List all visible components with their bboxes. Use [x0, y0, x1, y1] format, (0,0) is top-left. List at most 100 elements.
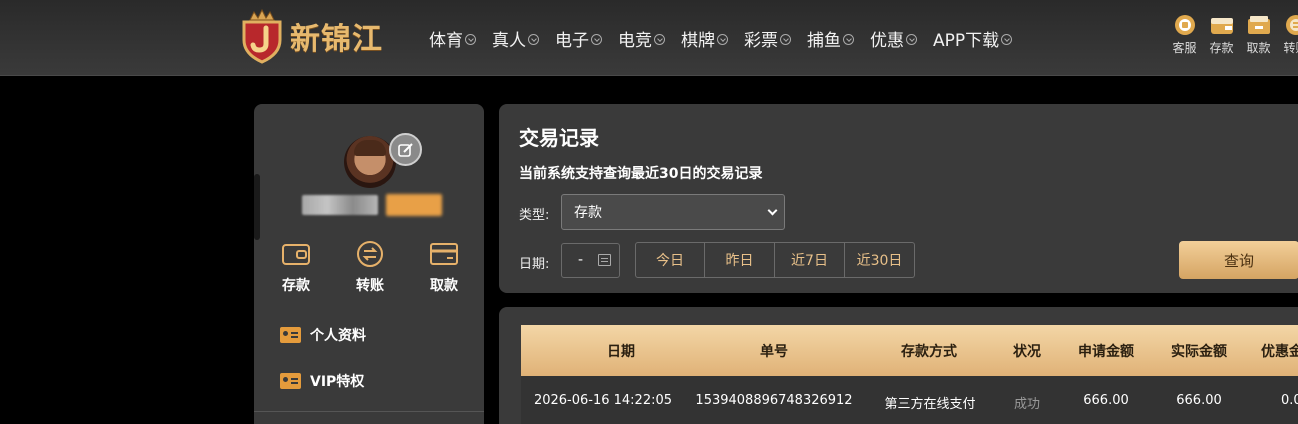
user-sidebar: 存款 转账 取款 个人资料 VIP特权	[254, 104, 484, 424]
table-row[interactable]: 2026-06-16 14:22:05 1539408896748326912 …	[521, 376, 1298, 424]
id-card-icon	[280, 327, 301, 343]
chevron-down-icon	[528, 33, 539, 45]
nav-label: 彩票	[744, 30, 778, 51]
menu-label: VIP特权	[310, 374, 365, 390]
chevron-down-icon	[843, 33, 854, 45]
chevron-down-icon	[465, 33, 476, 45]
username-blurred	[302, 195, 378, 215]
withdraw-button[interactable]: 取款	[418, 240, 470, 295]
cell-actual-amount: 666.00	[1176, 393, 1222, 408]
nav-esports[interactable]: 电竞	[618, 26, 665, 51]
nav-promotions[interactable]: 优惠	[870, 26, 917, 51]
wallet-icon	[282, 244, 310, 265]
deposit-wallet-icon	[1210, 18, 1233, 34]
page-title: 交易记录	[519, 126, 599, 150]
calendar-icon	[598, 254, 611, 266]
quick-actions: 客服 存款 取款 转账	[1166, 14, 1298, 56]
transaction-filter-panel: 交易记录 当前系统支持查询最近30日的交易记录 类型: 存款 日期: - 今日 …	[499, 104, 1298, 293]
edit-icon	[397, 142, 413, 157]
nav-fishing[interactable]: 捕鱼	[807, 26, 854, 51]
cell-method: 第三方在线支付	[884, 397, 976, 412]
brand-logo[interactable]: 新锦江	[238, 6, 383, 66]
quick-withdraw[interactable]: 取款	[1240, 14, 1277, 56]
date-value: -	[578, 252, 584, 268]
chevron-down-icon	[1001, 33, 1013, 45]
op-label: 转账	[356, 278, 384, 294]
cell-bonus-amount: 0.0	[1281, 393, 1298, 408]
nav-slots[interactable]: 电子	[555, 26, 602, 51]
nav-sports[interactable]: 体育	[429, 26, 476, 51]
transfer-button[interactable]: 转账	[344, 240, 396, 295]
cell-order-no: 1539408896748326912	[695, 393, 853, 408]
top-header: 新锦江 体育 真人 电子 电竞 棋牌 彩票 捕鱼 优惠 APP下载 客服 存款 …	[0, 0, 1298, 76]
transaction-table-panel: 日期 单号 存款方式 状况 申请金额 实际金额 优惠金 2026-06-16 1…	[499, 307, 1298, 424]
col-actual-amount: 实际金额	[1171, 343, 1227, 360]
range-7days-button[interactable]: 近7日	[775, 242, 845, 278]
nav-lottery[interactable]: 彩票	[744, 26, 791, 51]
chevron-down-icon	[780, 33, 791, 45]
menu-vip[interactable]: VIP特权	[280, 371, 364, 391]
edit-profile-button[interactable]	[389, 133, 422, 166]
chevron-down-icon	[717, 33, 728, 45]
quick-label: 取款	[1246, 41, 1271, 55]
nav-label: 体育	[429, 30, 463, 51]
divider	[254, 411, 484, 412]
op-label: 取款	[430, 278, 458, 294]
brand-name: 新锦江	[290, 22, 383, 57]
range-yesterday-button[interactable]: 昨日	[705, 242, 775, 278]
logo-emblem-icon	[238, 8, 286, 64]
cell-date: 2026-06-16 14:22:05	[533, 393, 673, 408]
vip-level-badge	[386, 194, 442, 216]
date-picker[interactable]: -	[561, 243, 620, 278]
transfer-icon	[357, 241, 383, 267]
page-subtitle: 当前系统支持查询最近30日的交易记录	[519, 166, 763, 182]
date-range-buttons: 今日 昨日 近7日 近30日	[635, 242, 915, 278]
query-button[interactable]: 查询	[1179, 241, 1298, 279]
col-order-no: 单号	[760, 343, 788, 360]
chevron-down-icon	[906, 33, 917, 45]
col-bonus-amount: 优惠金	[1261, 343, 1298, 360]
chevron-down-icon	[591, 33, 602, 45]
chevron-down-icon	[767, 205, 778, 216]
cell-status: 成功	[1013, 397, 1040, 412]
wallet-operations: 存款 转账 取款	[270, 240, 470, 295]
chevron-down-icon	[654, 33, 665, 45]
quick-customer-service[interactable]: 客服	[1166, 14, 1203, 56]
range-30days-button[interactable]: 近30日	[845, 242, 915, 278]
col-request-amount: 申请金额	[1078, 343, 1134, 360]
col-status: 状况	[1013, 343, 1041, 360]
sidebar-scrollbar[interactable]	[254, 174, 260, 240]
menu-label: 个人资料	[310, 328, 366, 344]
avatar	[344, 136, 396, 188]
op-label: 存款	[282, 278, 310, 294]
main-nav: 体育 真人 电子 电竞 棋牌 彩票 捕鱼 优惠 APP下载	[429, 26, 1028, 51]
col-method: 存款方式	[901, 343, 957, 360]
transfer-icon	[1285, 15, 1298, 35]
range-today-button[interactable]: 今日	[635, 242, 705, 278]
nav-live[interactable]: 真人	[492, 26, 539, 51]
nav-label: 真人	[492, 30, 526, 51]
nav-label: APP下载	[933, 30, 1000, 51]
cell-request-amount: 666.00	[1083, 393, 1129, 408]
quick-deposit[interactable]: 存款	[1203, 14, 1240, 56]
type-select[interactable]: 存款	[561, 194, 785, 230]
quick-label: 客服	[1172, 41, 1197, 55]
col-date: 日期	[607, 343, 635, 360]
nav-label: 棋牌	[681, 30, 715, 51]
quick-label: 转账	[1283, 41, 1298, 55]
type-label: 类型:	[519, 208, 550, 223]
nav-label: 优惠	[870, 30, 904, 51]
deposit-button[interactable]: 存款	[270, 240, 322, 295]
vip-card-icon	[280, 373, 301, 389]
nav-label: 捕鱼	[807, 30, 841, 51]
nav-label: 电竞	[618, 30, 652, 51]
customer-service-icon	[1174, 15, 1195, 35]
nav-cards[interactable]: 棋牌	[681, 26, 728, 51]
quick-transfer[interactable]: 转账	[1277, 14, 1298, 56]
menu-profile[interactable]: 个人资料	[280, 325, 366, 345]
date-label: 日期:	[519, 257, 550, 272]
withdraw-icon	[1247, 16, 1270, 34]
card-icon	[430, 243, 458, 265]
nav-app-download[interactable]: APP下载	[933, 26, 1013, 51]
quick-label: 存款	[1209, 41, 1234, 55]
